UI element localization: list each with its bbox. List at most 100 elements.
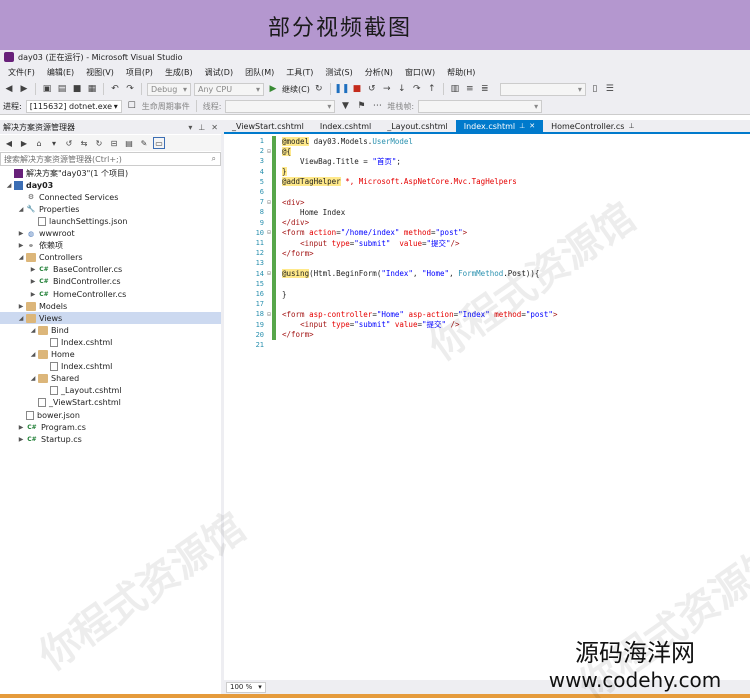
comment-icon[interactable]: ≡ <box>464 83 476 95</box>
properties-icon[interactable]: ✎ <box>138 137 150 149</box>
zoom-select[interactable]: 100 % ▾ <box>226 681 266 693</box>
continue-icon[interactable]: ▶ <box>267 83 279 95</box>
menu-item[interactable]: 团队(M) <box>239 67 280 78</box>
code-line[interactable]: 4} <box>224 167 750 177</box>
sync-icon[interactable]: ⇆ <box>78 137 90 149</box>
code-line[interactable]: 21 <box>224 340 750 350</box>
collapsed-arrow-icon[interactable]: ▶ <box>16 230 26 237</box>
editor-tab[interactable]: Index.cshtml ⊥ ✕ <box>455 120 544 132</box>
code-line[interactable]: 11 <input type="submit" value="提交"/> <box>224 238 750 248</box>
tree-item[interactable]: _ViewStart.cshtml <box>0 397 221 409</box>
code-line[interactable]: 7 ⊟ <div> <box>224 197 750 207</box>
tree-item[interactable]: ▶ C# Program.cs <box>0 421 221 433</box>
expanded-arrow-icon[interactable]: ◢ <box>4 182 14 189</box>
tree-item[interactable]: bower.json <box>0 409 221 421</box>
fold-toggle-icon[interactable]: ⊟ <box>266 199 272 206</box>
show-all-files-icon[interactable]: ▤ <box>123 137 135 149</box>
code-editor[interactable]: 1 @model day03.Models.UserModel 2 ⊟ @{3 View… <box>224 134 750 680</box>
menu-item[interactable]: 编辑(E) <box>41 67 80 78</box>
step-over-icon[interactable]: ↷ <box>411 83 423 95</box>
chevron-down-icon[interactable]: ▾ <box>185 123 195 132</box>
collapsed-arrow-icon[interactable]: ▶ <box>16 303 26 310</box>
collapsed-arrow-icon[interactable]: ▶ <box>16 424 26 431</box>
preview-icon[interactable]: ▭ <box>153 137 165 149</box>
process-select[interactable]: [115632] dotnet.exe ▾ <box>25 99 122 113</box>
fold-toggle-icon[interactable]: ⊟ <box>266 229 272 236</box>
new-project-icon[interactable]: ▣ <box>41 83 53 95</box>
tree-item[interactable]: ◢ Controllers <box>0 252 221 264</box>
close-icon[interactable]: ✕ <box>529 122 535 130</box>
menu-item[interactable]: 帮助(H) <box>441 67 481 78</box>
editor-tab[interactable]: _Layout.cshtml <box>379 120 456 132</box>
code-line[interactable]: 19 <input type="submit" value="提交" /> <box>224 320 750 330</box>
expanded-arrow-icon[interactable]: ◢ <box>16 254 26 261</box>
tree-item[interactable]: ◢ Views <box>0 312 221 325</box>
code-line[interactable]: 13 <box>224 258 750 268</box>
menu-item[interactable]: 窗口(W) <box>399 67 441 78</box>
fold-toggle-icon[interactable]: ⊟ <box>266 148 272 155</box>
refresh-icon[interactable]: ↻ <box>313 83 325 95</box>
forward-icon[interactable]: ▶ <box>18 83 30 95</box>
pin-icon[interactable]: ⊥ <box>195 123 208 132</box>
code-line[interactable]: 10 ⊟ <form action="/home/index" method="po… <box>224 228 750 238</box>
pin-icon[interactable]: ⊥ <box>519 122 525 130</box>
expanded-arrow-icon[interactable]: ◢ <box>28 327 38 334</box>
code-line[interactable]: 15 <box>224 279 750 289</box>
lifecycle-events-button[interactable]: 生命周期事件 <box>142 101 190 112</box>
filter-icon[interactable]: ▼ <box>339 100 351 112</box>
menu-item[interactable]: 测试(S) <box>319 67 358 78</box>
pin-icon[interactable]: ⊥ <box>628 122 634 130</box>
save-all-icon[interactable]: ▦ <box>86 83 98 95</box>
step-out-icon[interactable]: ↑ <box>426 83 438 95</box>
tree-item[interactable]: ▶ ⚭ 依赖项 <box>0 240 221 252</box>
hex-display-icon[interactable]: ▥ <box>449 83 461 95</box>
code-line[interactable]: 20 </form> <box>224 330 750 340</box>
menu-item[interactable]: 工具(T) <box>280 67 319 78</box>
menu-item[interactable]: 项目(P) <box>120 67 159 78</box>
tree-item[interactable]: ◢ 🔧 Properties <box>0 203 221 215</box>
lifecycle-events-icon[interactable]: ☐ <box>126 100 138 112</box>
pending-changes-icon[interactable]: ↺ <box>63 137 75 149</box>
expanded-arrow-icon[interactable]: ◢ <box>28 351 38 358</box>
tree-item[interactable]: ◢ Bind <box>0 324 221 336</box>
stackframe-select[interactable]: ▾ <box>418 99 543 113</box>
collapsed-arrow-icon[interactable]: ▶ <box>16 242 26 249</box>
forward-icon[interactable]: ▶ <box>18 137 30 149</box>
uncomment-icon[interactable]: ≣ <box>479 83 491 95</box>
list-icon[interactable]: ☰ <box>604 83 616 95</box>
find-combo[interactable]: ▾ <box>499 82 586 96</box>
solution-explorer-search-input[interactable]: 搜索解决方案资源管理器(Ctrl+;) ⌕ <box>0 152 221 166</box>
menu-item[interactable]: 生成(B) <box>159 67 199 78</box>
tree-item[interactable]: ▶ C# HomeController.cs <box>0 288 221 300</box>
tree-item[interactable]: ▶ C# BaseController.cs <box>0 264 221 276</box>
tree-item[interactable]: ◢ Home <box>0 349 221 361</box>
home-icon[interactable]: ⌂ <box>33 137 45 149</box>
expanded-arrow-icon[interactable]: ◢ <box>28 375 38 382</box>
expanded-arrow-icon[interactable]: ◢ <box>16 206 26 213</box>
fold-toggle-icon[interactable]: ⊟ <box>266 311 272 318</box>
redo-icon[interactable]: ↷ <box>124 83 136 95</box>
open-folder-icon[interactable]: ▤ <box>56 83 68 95</box>
back-icon[interactable]: ◀ <box>3 137 15 149</box>
collapsed-arrow-icon[interactable]: ▶ <box>28 266 38 273</box>
code-line[interactable]: 1 @model day03.Models.UserModel <box>224 136 750 146</box>
step-into-icon[interactable]: ↓ <box>396 83 408 95</box>
layout-icon[interactable]: ▯ <box>589 83 601 95</box>
tree-item[interactable]: launchSettings.json <box>0 215 221 227</box>
code-line[interactable]: 12 </form> <box>224 248 750 258</box>
expanded-arrow-icon[interactable]: ◢ <box>16 315 26 322</box>
tree-item[interactable]: ▶ C# Startup.cs <box>0 433 221 445</box>
show-next-statement-icon[interactable]: → <box>381 83 393 95</box>
code-line[interactable]: 9 </div> <box>224 218 750 228</box>
code-line[interactable]: 3 ViewBag.Title = "首页"; <box>224 156 750 166</box>
pause-icon[interactable]: ❚❚ <box>334 83 349 95</box>
back-icon[interactable]: ◀ <box>3 83 15 95</box>
switch-views-icon[interactable]: ▾ <box>48 137 60 149</box>
configuration-select[interactable]: Debug ▾ <box>147 82 191 96</box>
code-line[interactable]: 17 <box>224 299 750 309</box>
flag-icon[interactable]: ⚑ <box>355 100 367 112</box>
tree-item[interactable]: ◢ Shared <box>0 373 221 385</box>
tree-item[interactable]: ▶ Models <box>0 300 221 312</box>
collapsed-arrow-icon[interactable]: ▶ <box>28 278 38 285</box>
thread-select[interactable]: ▾ <box>225 99 336 113</box>
